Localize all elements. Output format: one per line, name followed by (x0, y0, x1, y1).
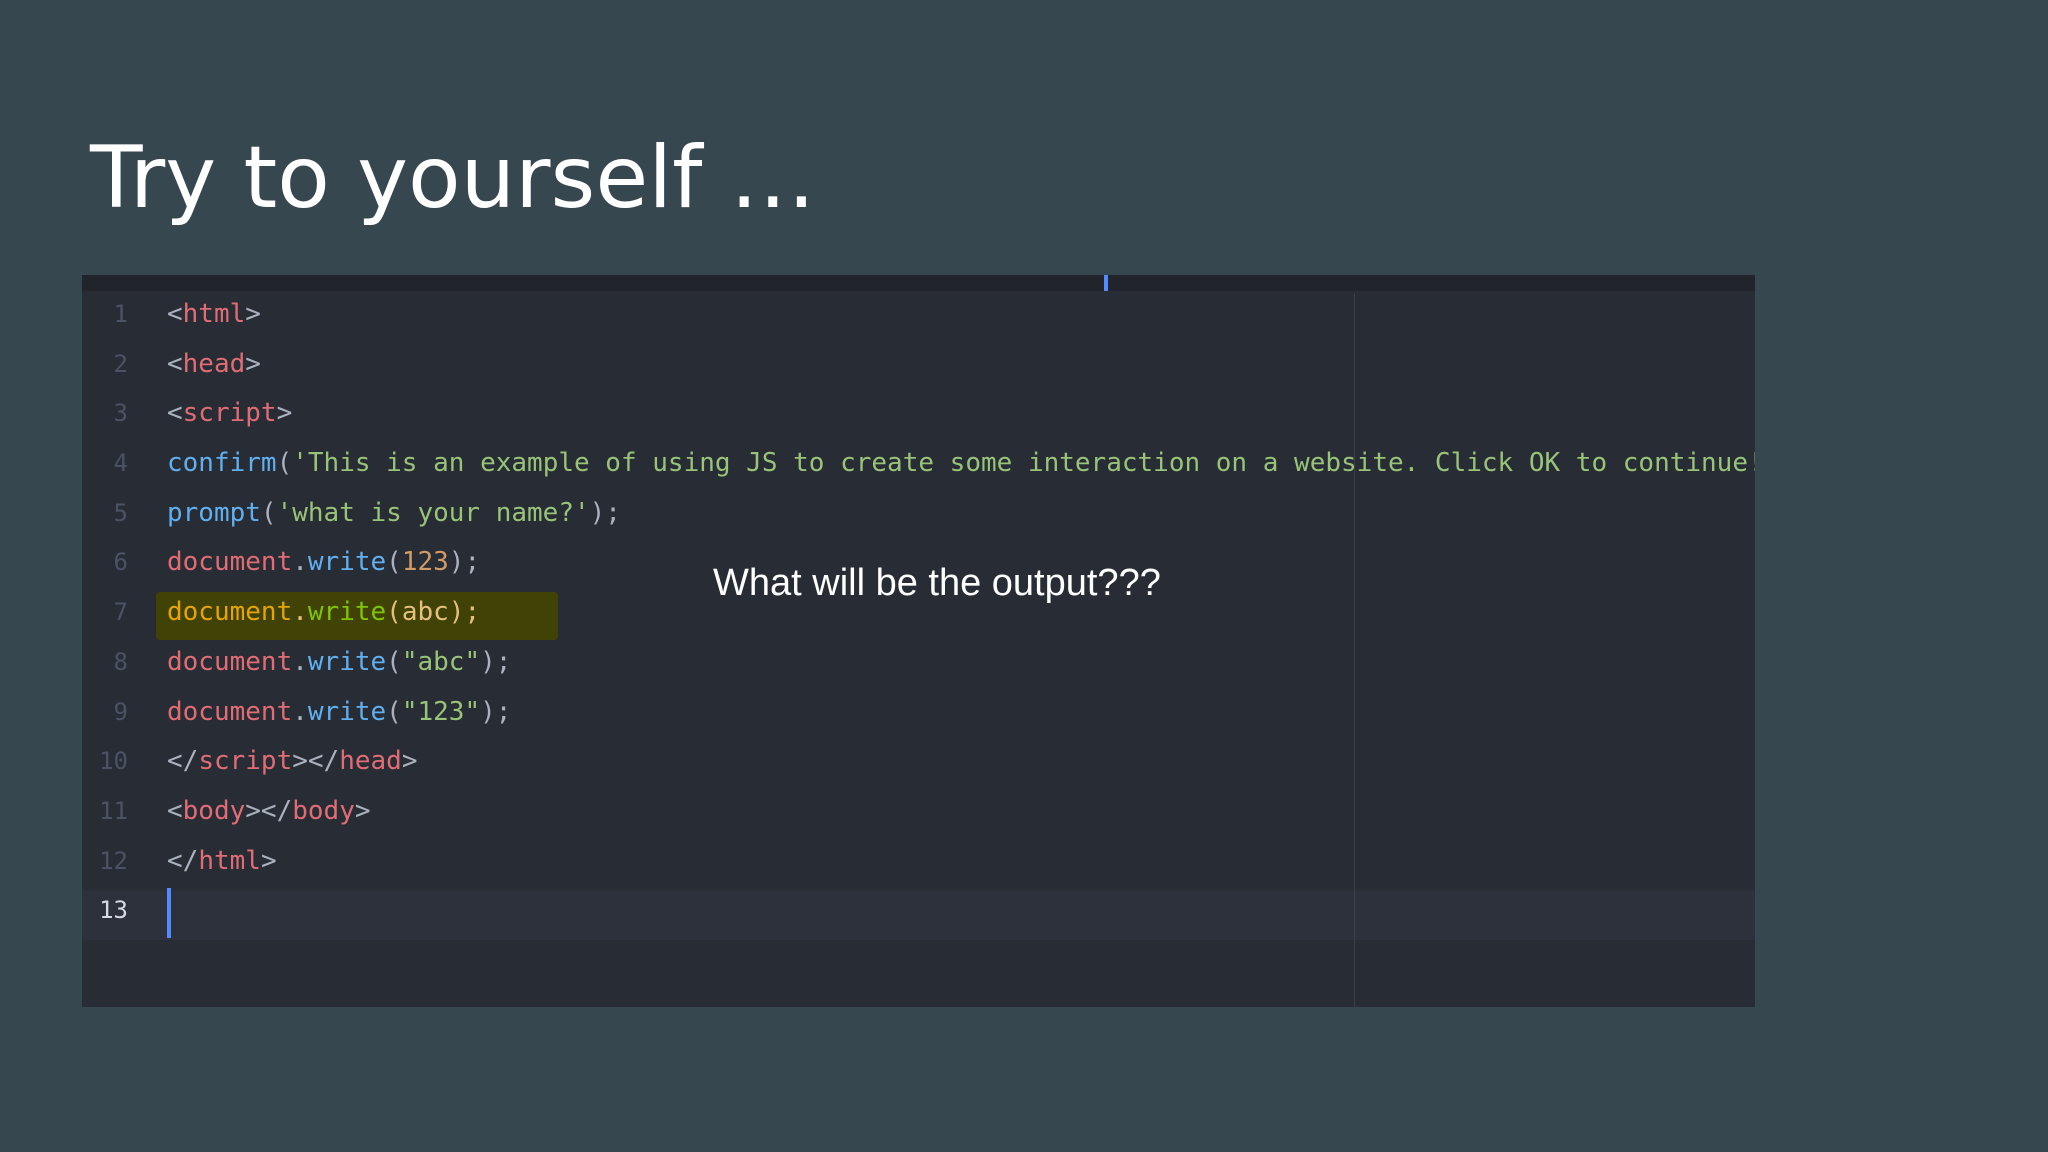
code-line[interactable]: 9 document.write("123"); (82, 688, 1755, 738)
code-line[interactable]: 3 <script> (82, 389, 1755, 439)
line-number: 13 (99, 896, 128, 925)
code-token: head (339, 746, 402, 777)
line-number: 10 (99, 747, 128, 776)
code-token: script (182, 398, 277, 429)
code-token: ); (480, 646, 512, 677)
line-number: 5 (113, 498, 128, 527)
code-token: html (198, 845, 261, 876)
code-token: > (245, 299, 261, 329)
text-cursor (167, 888, 171, 938)
code-token: ></ (292, 746, 340, 777)
code-token: document (167, 597, 293, 628)
line-number: 6 (113, 548, 128, 577)
line-code: <script> (167, 389, 292, 439)
code-token: 'This is an example of using JS to creat… (292, 448, 1755, 479)
code-line[interactable]: 8 document.write("abc"); (82, 638, 1755, 688)
code-token: prompt (167, 497, 261, 528)
code-token: ( (386, 547, 402, 578)
line-code: document.write("abc"); (167, 638, 511, 688)
code-token: . (292, 646, 308, 677)
line-code: <html> (167, 290, 261, 340)
code-line[interactable]: 5 prompt('what is your name?'); (82, 489, 1755, 539)
code-token: . (292, 597, 308, 628)
code-token: head (182, 348, 246, 379)
code-token: script (198, 746, 293, 777)
code-line[interactable]: 10 </script></head> (82, 737, 1755, 787)
code-token: ( (386, 646, 402, 677)
code-token: "abc" (401, 646, 481, 677)
code-token: html (182, 299, 246, 329)
code-line[interactable]: 4 confirm('This is an example of using JS… (82, 439, 1755, 489)
code-line[interactable]: 12 </html> (82, 837, 1755, 887)
line-code: </html> (167, 837, 277, 887)
code-token: document (167, 696, 293, 727)
code-token: < (167, 348, 183, 379)
slide-title: Try to yourself … (90, 128, 816, 228)
code-editor[interactable]: 1 <html> 2 <head> 3 <script> 4 confirm('This is… (82, 275, 1755, 1007)
line-number: 4 (113, 449, 128, 478)
code-token: < (167, 795, 183, 826)
code-token: . (292, 547, 308, 578)
code-token: body (292, 795, 355, 826)
code-token: > (245, 348, 261, 379)
code-token: write (307, 696, 387, 727)
line-code: prompt('what is your name?'); (167, 489, 621, 539)
code-token: 123 (401, 547, 449, 578)
code-line[interactable]: 1 <html> (82, 290, 1755, 340)
line-code: <body></body> (167, 787, 371, 837)
code-token: > (401, 746, 418, 777)
code-token: 'what is your name?' (276, 497, 590, 528)
code-token: > (354, 795, 371, 826)
code-token: write (307, 597, 387, 628)
line-number: 8 (113, 647, 128, 676)
scroll-position-marker (1104, 275, 1108, 291)
line-code: <head> (167, 340, 261, 390)
code-token: document (167, 547, 293, 578)
code-line[interactable]: 11 <body></body> (82, 787, 1755, 837)
code-token: ); (589, 497, 621, 528)
code-token: ( (260, 497, 277, 528)
code-token: ); (480, 696, 512, 727)
line-code: </script></head> (167, 737, 417, 787)
code-token: < (167, 299, 183, 329)
line-number: 7 (113, 598, 128, 627)
line-code: confirm('This is an example of using JS … (167, 439, 1755, 489)
code-token: document (167, 646, 293, 677)
code-token: > (260, 845, 277, 876)
code-token: confirm (167, 448, 277, 479)
code-token: ); (448, 547, 481, 578)
code-token: </ (167, 746, 199, 777)
code-token: . (292, 696, 308, 727)
code-token: ( (386, 696, 402, 727)
line-number: 1 (113, 300, 128, 328)
code-token: body (182, 795, 246, 826)
editor-top-bar (82, 275, 1755, 291)
line-number: 11 (99, 796, 128, 825)
code-lines: 1 <html> 2 <head> 3 <script> 4 confirm('This is… (82, 290, 1755, 936)
code-token: ( (276, 448, 293, 479)
line-number: 3 (113, 399, 128, 428)
line-code: document.write("123"); (167, 688, 511, 738)
code-token: </ (167, 845, 199, 876)
code-token: "123" (401, 696, 481, 727)
line-code: document.write(abc); (167, 588, 480, 638)
line-number: 2 (113, 349, 128, 378)
question-text: What will be the output??? (713, 562, 1161, 604)
code-line[interactable]: 13 (82, 886, 1755, 936)
code-token: < (167, 398, 183, 429)
line-number: 12 (99, 846, 128, 875)
code-token: write (307, 646, 387, 677)
line-code: document.write(123); (167, 538, 480, 588)
code-token: write (307, 547, 387, 578)
code-token: ></ (245, 795, 293, 826)
code-line[interactable]: 2 <head> (82, 340, 1755, 390)
code-token: > (276, 398, 293, 429)
line-number: 9 (113, 697, 128, 726)
code-token: (abc); (386, 597, 481, 628)
